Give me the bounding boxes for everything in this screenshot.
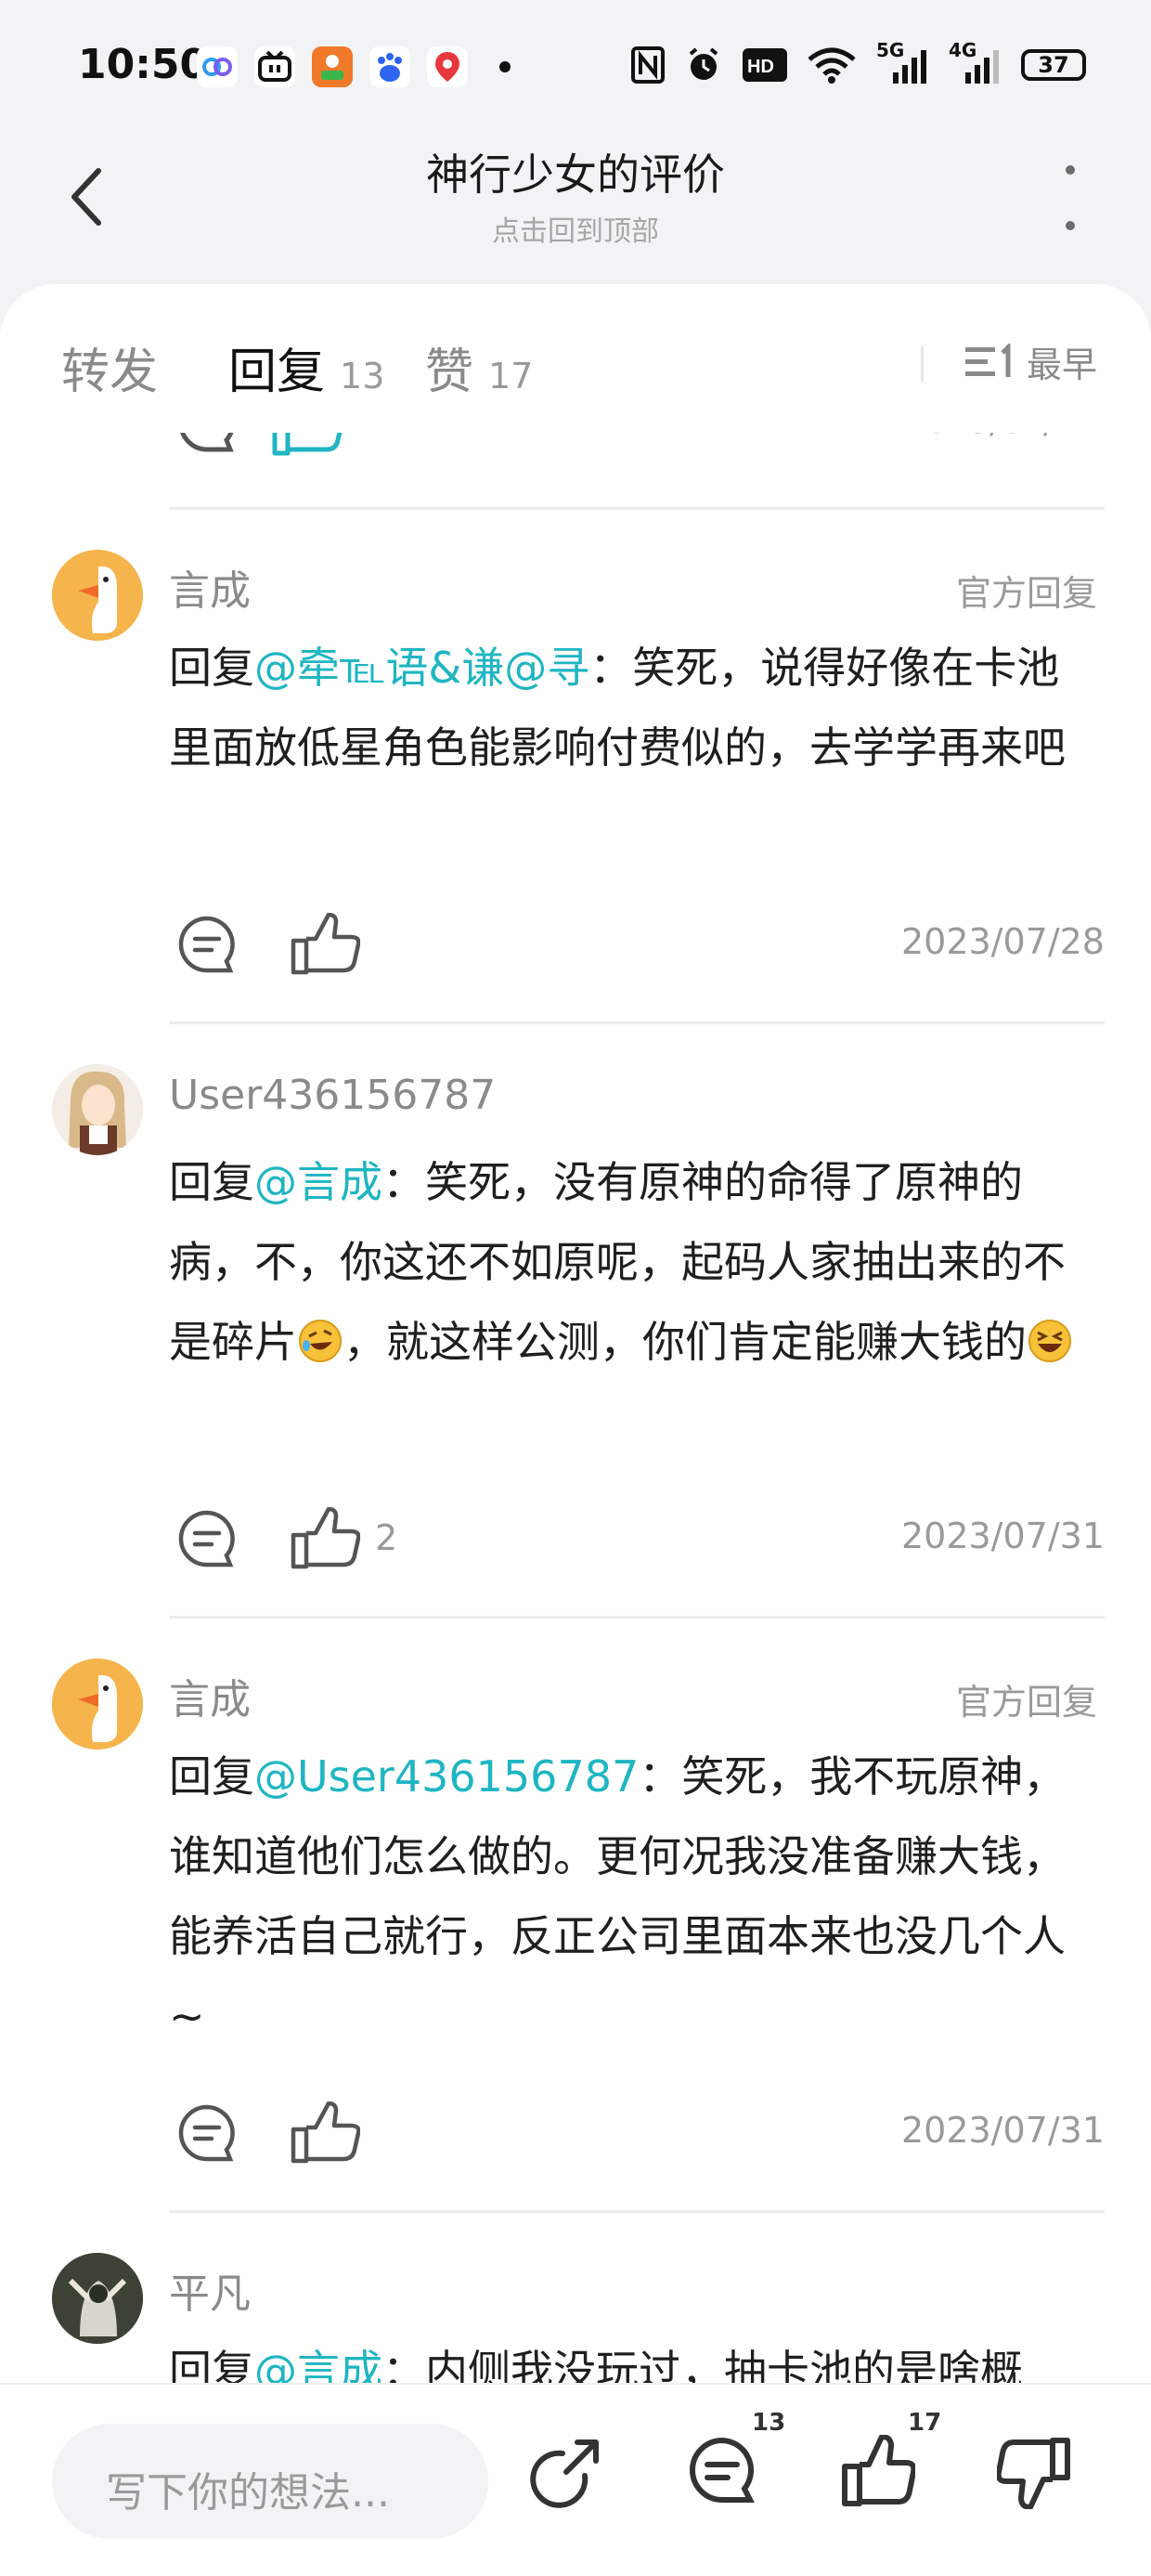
- official-reply-badge: 官方回复: [955, 573, 1097, 614]
- warrior-avatar-icon: [52, 2253, 143, 2344]
- goose-avatar-icon: [52, 550, 143, 641]
- comment-input[interactable]: 写下你的想法...: [52, 2424, 488, 2539]
- reply-content: 回复@言成：笑死，没有原神的命得了原神的病，不，你这还不如原呢，起码人家抽出来的…: [169, 1142, 1097, 1382]
- grinning-squinting-emoji-icon: [1028, 1320, 1071, 1362]
- sort-divider: [921, 345, 924, 383]
- dislike-button[interactable]: [993, 2431, 1075, 2513]
- reply-actions: 2023/07/28: [169, 908, 1105, 982]
- notification-icons: [197, 46, 525, 87]
- avatar[interactable]: [52, 2253, 143, 2344]
- sort-button[interactable]: 最早: [964, 336, 1097, 387]
- divider: [169, 1021, 1105, 1024]
- reply-count: 13: [340, 356, 385, 397]
- battery-level: 37: [1021, 49, 1086, 81]
- avatar[interactable]: [52, 1064, 143, 1155]
- comment-icon: [178, 1510, 235, 1568]
- game-notification-icon: [312, 46, 353, 87]
- avatar[interactable]: [52, 550, 143, 641]
- reply-date: 2023/07/31: [900, 1516, 1105, 1556]
- comment-icon: [690, 2437, 755, 2503]
- scroll-to-top-hint[interactable]: 点击回到顶部: [0, 208, 1151, 249]
- thumbs-up-icon: [291, 1507, 360, 1569]
- share-button[interactable]: [525, 2431, 607, 2513]
- divider: [169, 2210, 1105, 2213]
- divider: [169, 1616, 1105, 1619]
- svg-text:HD: HD: [747, 57, 774, 77]
- goose-avatar-icon: [52, 1659, 143, 1750]
- reply-button[interactable]: [175, 908, 239, 982]
- like-button[interactable]: [290, 2097, 360, 2171]
- more-menu-button[interactable]: [1056, 165, 1084, 230]
- nfc-icon: [631, 45, 665, 85]
- hd-icon: HD: [743, 45, 787, 85]
- comment-input-placeholder: 写下你的想法...: [106, 2469, 390, 2517]
- like-count: 17: [488, 356, 534, 397]
- like-button[interactable]: [290, 1503, 360, 1577]
- comment-count: 13: [752, 2409, 786, 2437]
- reply-content: 回复@牵℡语&谦@寻：笑死，说得好像在卡池里面放低星角色能影响付费似的，去学学再…: [169, 643, 1066, 773]
- signal-4g-icon: 4G: [949, 39, 1001, 85]
- wifi-icon: [808, 45, 856, 85]
- anime-girl-avatar-icon: [52, 1064, 143, 1155]
- tab-like[interactable]: 赞 17: [425, 332, 533, 402]
- tab-bar: 转发 回复 13 赞 17 最早: [0, 284, 1151, 433]
- content-sheet: 转发 回复13 赞17 最早 2023/07/27: [0, 284, 1151, 2574]
- system-status: HD 5G 4G 37: [631, 39, 1086, 85]
- thumbs-up-icon: [291, 2101, 360, 2164]
- status-bar: 10:50 HD 5G 4G 37: [0, 0, 1151, 139]
- dot-icon: [1066, 165, 1075, 175]
- reply-actions: 2 2023/07/31: [169, 1503, 1105, 1577]
- map-notification-icon: [427, 46, 468, 87]
- more-notifications-dot-icon: [485, 46, 525, 87]
- mention-link[interactable]: @User436156787: [254, 1751, 639, 1802]
- dot-icon: [1066, 221, 1075, 230]
- sort-icon: [964, 343, 1011, 377]
- reply-actions: 2023/07/31: [169, 2097, 1105, 2171]
- divider: [169, 507, 1105, 510]
- comment-button[interactable]: 13: [681, 2409, 785, 2513]
- baidu-notification-icon: [369, 46, 410, 87]
- reply-button[interactable]: [175, 1503, 239, 1577]
- thumbs-up-icon: [291, 913, 360, 975]
- sort-label: 最早: [1026, 345, 1097, 385]
- status-time: 10:50: [78, 41, 209, 88]
- comment-icon: [178, 916, 235, 973]
- reply-button[interactable]: [175, 2097, 239, 2171]
- reply-date: 2023/07/28: [900, 921, 1105, 962]
- like-count: 17: [908, 2409, 942, 2437]
- reply-like-count: 2: [375, 1517, 398, 1558]
- signal-5g-icon: 5G: [876, 39, 928, 85]
- battery-icon: 37: [1021, 45, 1086, 85]
- official-reply-badge: 官方回复: [955, 1682, 1097, 1723]
- alarm-icon: [685, 45, 722, 85]
- reply-content: 回复@User436156787：笑死，我不玩原神，谁知道他们怎么做的。更何况我…: [169, 1751, 1067, 2041]
- tv-notification-icon: [254, 46, 295, 87]
- bottom-action-bar: 写下你的想法... 13 17: [0, 2383, 1151, 2576]
- page-title: 神行少女的评价: [426, 150, 725, 200]
- reply-date: 2023/07/31: [900, 2110, 1105, 2151]
- tab-reply[interactable]: 回复 13: [228, 332, 384, 402]
- mention-link[interactable]: @牵℡语&谦@寻: [254, 643, 589, 693]
- comment-icon: [178, 2104, 235, 2162]
- thumbs-up-icon: [842, 2435, 915, 2506]
- tab-forward[interactable]: 转发: [61, 332, 158, 402]
- username[interactable]: 言成: [169, 557, 251, 617]
- rolling-laughing-emoji-icon: [299, 1320, 342, 1362]
- avatar[interactable]: [52, 1659, 143, 1750]
- share-icon: [530, 2439, 599, 2508]
- like-button[interactable]: [290, 908, 360, 982]
- thumbs-down-icon: [997, 2438, 1070, 2509]
- app-notification-icon: [197, 46, 238, 87]
- mention-link[interactable]: @言成: [254, 1157, 382, 1207]
- like-button[interactable]: 17: [837, 2409, 941, 2513]
- username[interactable]: 言成: [169, 1666, 251, 1725]
- username[interactable]: 平凡: [169, 2260, 251, 2320]
- username[interactable]: User436156787: [169, 1072, 496, 1119]
